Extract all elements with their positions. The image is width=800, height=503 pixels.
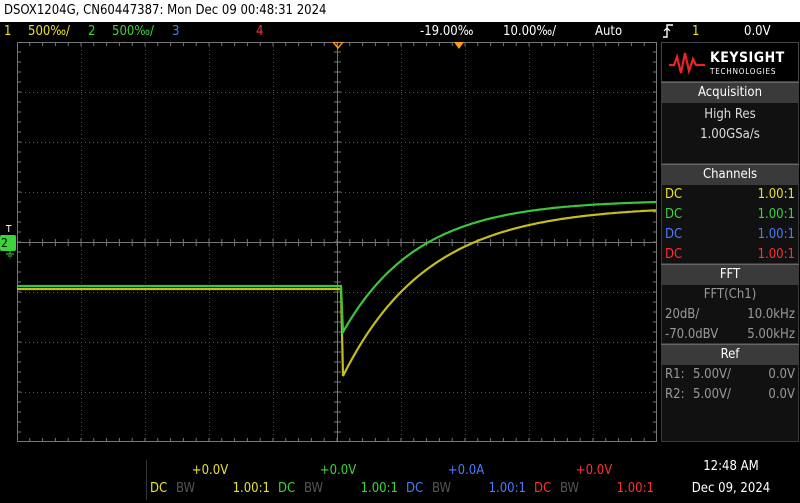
graticule-grid — [17, 42, 657, 442]
fft-header[interactable]: FFT — [661, 264, 799, 284]
ch4-offset: +0.0V — [575, 463, 613, 478]
ref-row-r1: R1: 5.00V/ 0.0V — [665, 367, 795, 382]
channel-row-2[interactable]: DC 1.00:1 — [665, 205, 795, 225]
ch1-scale[interactable]: 500‰/ — [28, 22, 70, 42]
fft-source: FFT(Ch1) — [703, 287, 757, 302]
ch3-offset: +0.0A — [447, 463, 485, 478]
bottom-ch1[interactable]: +0.0V DC BW 1.00:1 — [146, 460, 274, 500]
acquisition-mode: High Res — [704, 107, 756, 122]
channels-header[interactable]: Channels — [661, 164, 799, 184]
clock: 12:48 AM Dec 09, 2024 — [666, 456, 796, 500]
side-panel: KEYSIGHT TECHNOLOGIES Acquisition High R… — [661, 42, 799, 442]
brand-subtitle: TECHNOLOGIES — [710, 67, 777, 76]
clock-time: 12:48 AM — [703, 459, 759, 474]
bottom-ch2[interactable]: +0.0V DC BW 1.00:1 — [274, 460, 402, 500]
bottom-ch3[interactable]: +0.0A DC BW 1.00:1 — [402, 460, 530, 500]
trigger-position-marker[interactable] — [332, 42, 344, 50]
ch2-ground-label: 2 — [1, 236, 8, 250]
bottom-bar: +0.0V DC BW 1.00:1 +0.0V DC BW 1.00:1 +0… — [0, 442, 800, 503]
keysight-wave-icon — [669, 52, 705, 75]
ch4-number[interactable]: 4 — [256, 22, 263, 42]
trigger-source[interactable]: 1 — [692, 22, 699, 42]
ref-row-r2: R2: 5.00V/ 0.0V — [665, 387, 795, 402]
time-delay[interactable]: -19.00‰ — [420, 22, 473, 42]
acquisition-section[interactable]: High Res 1.00GSa/s — [661, 102, 799, 164]
trigger-level[interactable]: 0.0V — [744, 22, 771, 42]
channel-row-3[interactable]: DC 1.00:1 — [665, 225, 795, 245]
channels-section[interactable]: DC 1.00:1 DC 1.00:1 DC 1.00:1 DC 1.00:1 — [661, 184, 799, 264]
fft-row-scale: 20dB/10.0kHz — [665, 307, 795, 322]
bottom-ch4[interactable]: +0.0V DC BW 1.00:1 — [530, 460, 658, 500]
fft-row-ref: -70.0dBV 5.00kHz — [665, 327, 795, 342]
waveform-display[interactable] — [17, 42, 657, 442]
channel-row-4[interactable]: DC 1.00:1 — [665, 245, 795, 265]
ch2-ground-marker[interactable]: 2 — [0, 235, 16, 251]
ch2-scale[interactable]: 500‰/ — [112, 22, 154, 42]
window-title: DSOX1204G, CN60447387: Mon Dec 09 00:48:… — [0, 0, 800, 22]
run-mode[interactable]: Auto — [595, 22, 622, 42]
keysight-logo: KEYSIGHT TECHNOLOGIES — [661, 42, 799, 82]
acquisition-header[interactable]: Acquisition — [661, 82, 799, 102]
sample-rate: 1.00GSa/s — [700, 127, 760, 142]
status-bar: 1 500‰/ 2 500‰/ 3 4 -19.00‰ 10.00‰/ Auto… — [0, 22, 800, 42]
ref-header[interactable]: Ref — [661, 344, 799, 364]
ch2-number[interactable]: 2 — [88, 22, 95, 42]
ch3-number[interactable]: 3 — [172, 22, 179, 42]
fft-section[interactable]: FFT(Ch1) 20dB/10.0kHz -70.0dBV 5.00kHz — [661, 284, 799, 344]
channel-row-1[interactable]: DC 1.00:1 — [665, 185, 795, 205]
clock-date: Dec 09, 2024 — [691, 481, 771, 496]
time-scale[interactable]: 10.00‰/ — [503, 22, 556, 42]
trigger-level-marker[interactable]: T — [6, 224, 12, 235]
ch1-trace — [17, 209, 657, 377]
ch1-number[interactable]: 1 — [4, 22, 11, 42]
ch1-offset: +0.0V — [191, 463, 229, 478]
ch2-offset: +0.0V — [319, 463, 357, 478]
brand-name: KEYSIGHT — [710, 50, 785, 66]
delay-marker[interactable] — [453, 42, 465, 50]
ref-section[interactable]: R1: 5.00V/ 0.0V R2: 5.00V/ 0.0V — [661, 364, 799, 442]
ground-icon — [6, 251, 14, 259]
